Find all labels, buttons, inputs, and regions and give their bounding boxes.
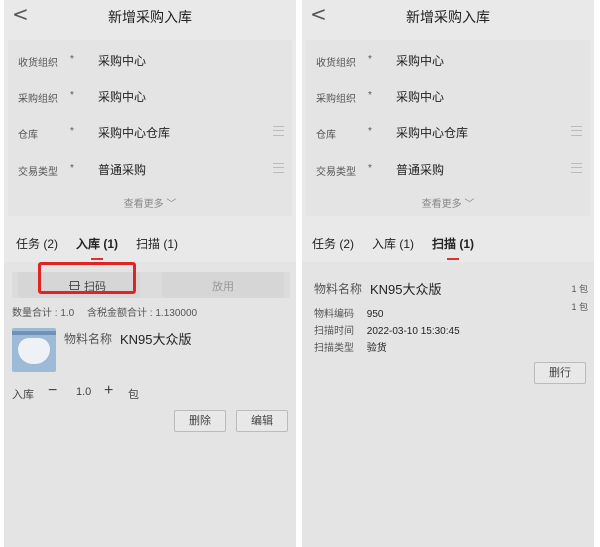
receiving-org-row[interactable]: 收货组织 * 采购中心	[306, 50, 590, 70]
field-label: 仓库	[316, 130, 336, 141]
purchase-org-row[interactable]: 采购组织 * 采购中心	[306, 86, 590, 106]
field-value: 普通采购	[396, 163, 445, 177]
edit-button[interactable]: 编辑	[236, 410, 288, 432]
quantity-total: 数量合计 : 1.0	[12, 308, 75, 319]
field-label: 交易类型	[18, 167, 58, 178]
list-menu-icon[interactable]	[273, 126, 284, 136]
totals-summary: 数量合计 : 1.0 含税金额合计 : 1.130000	[12, 304, 197, 319]
view-more-link[interactable]: 查看更多 ﹀	[8, 195, 292, 210]
material-name-label: 物料名称	[64, 332, 113, 346]
field-label: 收货组织	[18, 58, 58, 69]
tab-inbound[interactable]: 入库 (1)	[372, 235, 414, 252]
required-mark: *	[70, 126, 74, 137]
view-more-link[interactable]: 查看更多 ﹀	[306, 195, 590, 210]
discard-button-label: 放用	[212, 281, 234, 293]
inbound-panel: 扫码 放用 数量合计 : 1.0 含税金额合计 : 1.130000 物料名称 …	[4, 262, 296, 547]
scan-time-value: 2022-03-10 15:30:45	[366, 326, 460, 337]
tab-scan[interactable]: 扫描 (1)	[432, 235, 475, 260]
field-label: 仓库	[18, 130, 38, 141]
required-mark: *	[70, 90, 74, 101]
header-form: 收货组织 * 采购中心 采购组织 * 采购中心 仓库 * 采购中心仓库 交易类型…	[8, 40, 292, 216]
field-label: 交易类型	[316, 167, 356, 178]
material-name-value: KN95大众版	[120, 332, 192, 347]
active-tab-indicator	[447, 258, 459, 260]
tab-inbound[interactable]: 入库 (1)	[76, 235, 119, 260]
purchase-org-row[interactable]: 采购组织 * 采购中心	[8, 86, 292, 106]
scan-button-highlight	[38, 262, 136, 294]
discard-button[interactable]: 放用	[162, 272, 284, 298]
material-name-label: 物料名称	[314, 282, 363, 296]
transaction-type-row[interactable]: 交易类型 * 普通采购	[306, 159, 590, 179]
required-mark: *	[70, 163, 74, 174]
decrement-button[interactable]: −	[48, 382, 57, 400]
list-menu-icon[interactable]	[571, 163, 582, 173]
required-mark: *	[368, 126, 372, 137]
page-title: 新增采购入库	[406, 9, 490, 25]
scan-panel: 物料名称 KN95大众版 1 包 1 包 物料编码 950 扫描时间 2022-…	[302, 262, 594, 547]
active-tab-indicator	[91, 258, 103, 260]
unit-label: 包	[128, 389, 139, 401]
list-menu-icon[interactable]	[571, 126, 582, 136]
field-value: 采购中心仓库	[396, 126, 469, 140]
header-form: 收货组织 * 采购中心 采购组织 * 采购中心 仓库 * 采购中心仓库 交易类型…	[306, 40, 590, 216]
increment-button[interactable]: +	[104, 382, 113, 400]
warehouse-row[interactable]: 仓库 * 采购中心仓库	[8, 122, 292, 142]
transaction-type-row[interactable]: 交易类型 * 普通采购	[8, 159, 292, 179]
tab-task[interactable]: 任务 (2)	[16, 235, 58, 252]
field-label: 收货组织	[316, 58, 356, 69]
quantity-label: 入库	[12, 389, 34, 401]
field-value: 普通采购	[98, 163, 147, 177]
tab-label: 扫描 (1)	[432, 237, 475, 251]
scan-type-row: 扫描类型 验货	[314, 339, 387, 354]
required-mark: *	[368, 163, 372, 174]
field-value: 采购中心	[98, 90, 147, 104]
field-label: 采购组织	[18, 94, 58, 105]
page-title: 新增采购入库	[108, 9, 192, 25]
delete-row-button[interactable]: 删行	[534, 362, 586, 384]
material-code-value: 950	[366, 309, 384, 320]
receiving-org-row[interactable]: 收货组织 * 采购中心	[8, 50, 292, 70]
right-screen: < 新增采购入库 收货组织 * 采购中心 采购组织 * 采购中心 仓库 * 采购…	[302, 0, 594, 547]
title-bar: < 新增采购入库	[302, 0, 594, 32]
required-mark: *	[70, 54, 74, 65]
tab-bar: 任务 (2) 入库 (1) 扫描 (1)	[302, 228, 594, 260]
quantity-input[interactable]: 1.0	[76, 386, 91, 398]
scan-type-value: 验货	[366, 343, 387, 354]
title-bar: < 新增采购入库	[4, 0, 296, 32]
field-value: 采购中心	[98, 54, 147, 68]
field-value: 采购中心仓库	[98, 126, 171, 140]
count-badge: 1 包	[571, 284, 588, 294]
required-mark: *	[368, 90, 372, 101]
quantity-row: 入库 − 1.0 + 包	[12, 382, 292, 404]
count-badge: 1 包	[571, 302, 588, 312]
product-thumbnail	[12, 328, 56, 372]
material-code-label: 物料编码	[314, 309, 354, 320]
material-code-row: 物料编码 950	[314, 305, 383, 320]
tab-label: 入库 (1)	[76, 237, 119, 251]
tab-bar: 任务 (2) 入库 (1) 扫描 (1)	[4, 228, 296, 260]
tab-task[interactable]: 任务 (2)	[312, 235, 354, 252]
thumbnail-band	[12, 331, 56, 335]
warehouse-row[interactable]: 仓库 * 采购中心仓库	[306, 122, 590, 142]
list-menu-icon[interactable]	[273, 163, 284, 173]
scan-time-row: 扫描时间 2022-03-10 15:30:45	[314, 322, 460, 337]
amount-total: 含税金额合计 : 1.130000	[87, 308, 198, 319]
field-value: 采购中心	[396, 54, 445, 68]
field-label: 采购组织	[316, 94, 356, 105]
required-mark: *	[368, 54, 372, 65]
material-name-value: KN95大众版	[370, 282, 442, 297]
scan-type-label: 扫描类型	[314, 343, 354, 354]
tab-scan[interactable]: 扫描 (1)	[136, 235, 178, 252]
mask-image	[18, 338, 50, 364]
scan-time-label: 扫描时间	[314, 326, 354, 337]
delete-button[interactable]: 删除	[174, 410, 226, 432]
field-value: 采购中心	[396, 90, 445, 104]
